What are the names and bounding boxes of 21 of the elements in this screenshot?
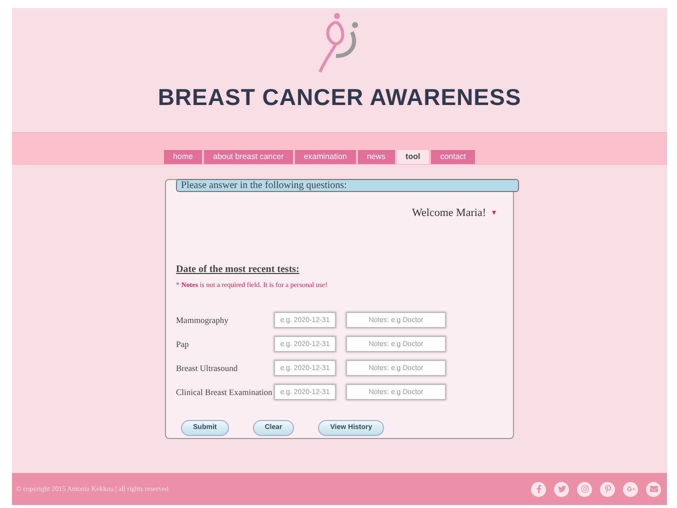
pinterest-icon[interactable] [600,482,615,496]
site-title: BREAST CANCER AWARENESS [158,83,522,112]
user-menu-caret[interactable]: ▾ [492,207,496,220]
google-plus-icon[interactable] [623,482,638,496]
nav-tab[interactable]: news [358,150,395,164]
instagram-icon[interactable] [577,482,592,496]
test-label: Pap [176,338,190,350]
facebook-icon[interactable] [531,482,546,496]
test-label: Mammography [176,314,230,326]
welcome-text: Welcome Maria! [412,206,486,221]
nav-tab[interactable]: tool [396,150,430,164]
test-label: Breast Ultrasound [176,362,239,374]
twitter-icon[interactable] [554,482,569,496]
email-icon[interactable] [646,482,661,496]
nav-tab[interactable]: examination [294,150,356,164]
nav-tab[interactable]: contact [431,150,476,164]
nav-tab[interactable]: home [164,150,202,164]
section-title: Date of the most recent tests: [176,262,300,276]
form-legend: Please answer in the following questions: [176,179,519,192]
test-label: Clinical Breast Examination [176,386,274,398]
nav-tab[interactable]: about breast cancer [204,150,293,164]
